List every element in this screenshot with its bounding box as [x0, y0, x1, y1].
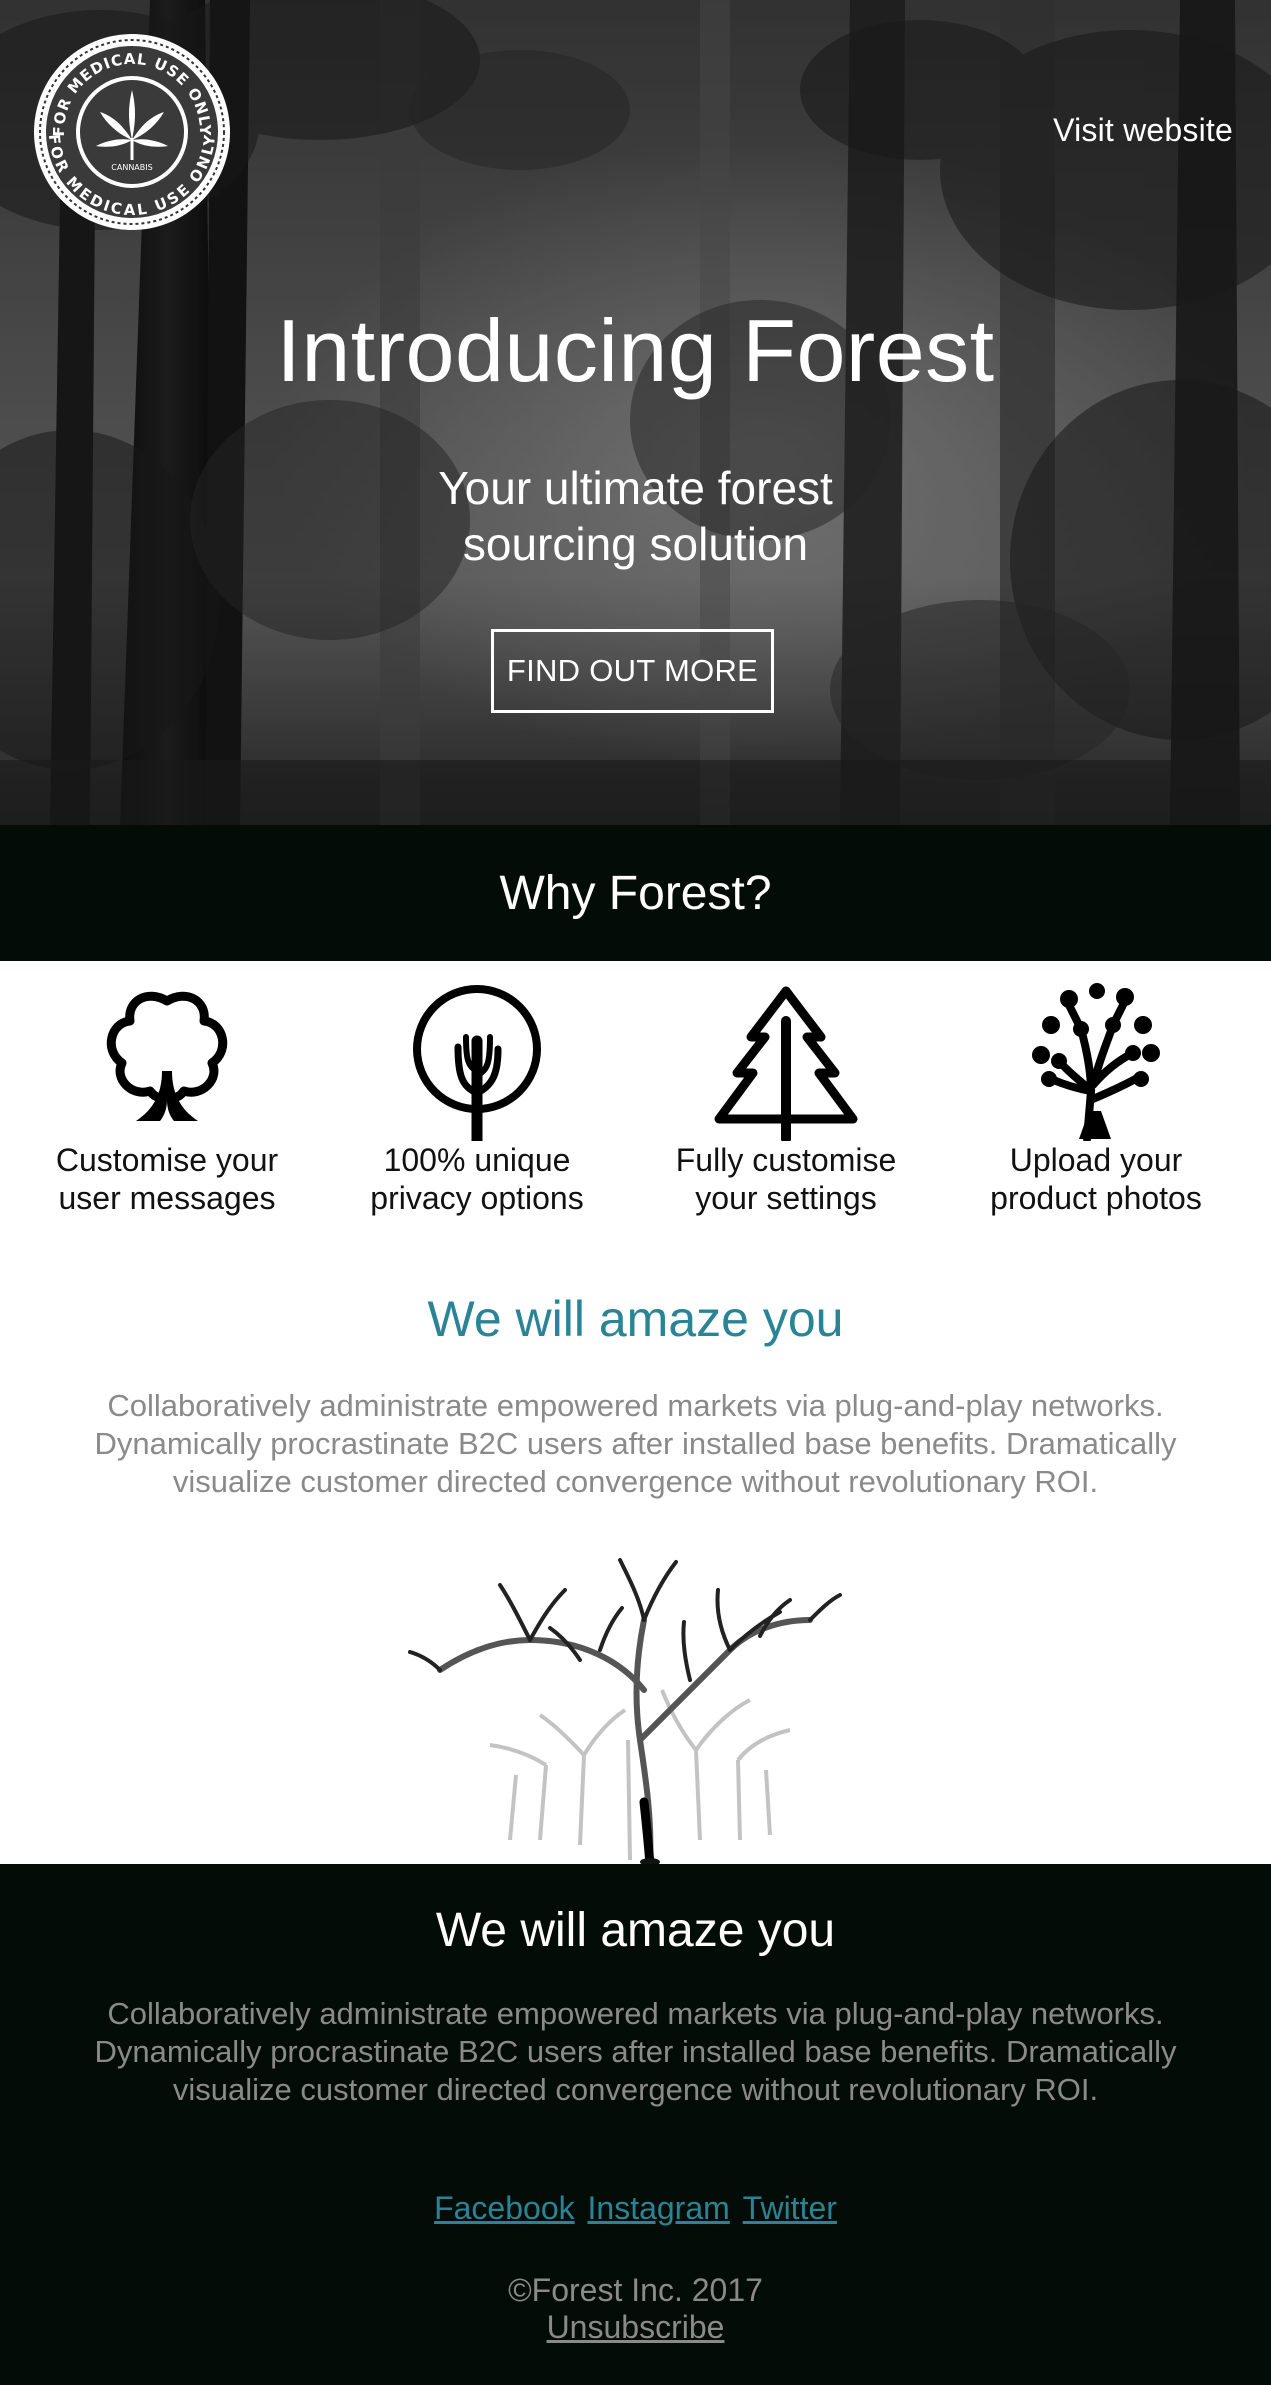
- feature-label: Customise your user messages: [17, 1141, 317, 1217]
- feature-label-line2: privacy options: [370, 1180, 584, 1216]
- amaze-line1: Collaboratively administrate empowered m…: [107, 1388, 1164, 1423]
- feature-label-line2: product photos: [990, 1180, 1202, 1216]
- feature-item-messages: Customise your user messages: [17, 961, 317, 1217]
- twitter-link[interactable]: Twitter: [743, 2190, 837, 2226]
- feature-item-photos: Upload your product photos: [946, 961, 1246, 1217]
- feature-label-line2: user messages: [58, 1180, 276, 1216]
- feature-label: Fully customise your settings: [636, 1141, 936, 1217]
- features-row: Customise your user messages 100% unique…: [0, 961, 1271, 1251]
- footer-paragraph: Collaboratively administrate empowered m…: [60, 1995, 1211, 2109]
- why-forest-title: Why Forest?: [499, 866, 772, 920]
- round-tree-icon: [413, 985, 541, 1141]
- amaze-line2: Dynamically procrastinate B2C users afte…: [94, 1426, 1177, 1461]
- find-out-more-button[interactable]: FIND OUT MORE: [491, 629, 774, 713]
- why-forest-band: Why Forest?: [0, 825, 1271, 961]
- feature-label: Upload your product photos: [946, 1141, 1246, 1217]
- feature-label-line1: 100% unique: [383, 1142, 571, 1178]
- feature-label-line1: Customise your: [55, 1142, 279, 1178]
- unsubscribe-row: Unsubscribe: [0, 2309, 1271, 2346]
- hero-section: FOR MEDICAL USE ONLY FOR MEDICAL USE ONL…: [0, 0, 1271, 825]
- bushy-tree-icon: [106, 991, 228, 1121]
- instagram-link[interactable]: Instagram: [588, 2190, 730, 2226]
- feature-label: 100% unique privacy options: [327, 1141, 627, 1217]
- amaze-heading: We will amaze you: [427, 1291, 844, 1347]
- pine-tree-icon: [714, 986, 858, 1141]
- unsubscribe-link[interactable]: Unsubscribe: [547, 2309, 725, 2345]
- hero-subtitle: Your ultimate forest sourcing solution: [0, 460, 1271, 572]
- feature-label-line2: your settings: [695, 1180, 877, 1216]
- footer-line2: Dynamically procrastinate B2C users afte…: [94, 2034, 1177, 2069]
- trees-illustration: [408, 1558, 842, 1865]
- hero-title: Introducing Forest: [276, 301, 995, 400]
- amaze-line3: visualize customer directed convergence …: [172, 1464, 1099, 1499]
- feature-item-settings: Fully customise your settings: [636, 961, 936, 1217]
- badge-center-text: CANNABIS: [111, 163, 152, 172]
- feature-label-line1: Upload your: [1009, 1142, 1183, 1178]
- hero-subtitle-line1: Your ultimate forest: [438, 462, 833, 514]
- facebook-link[interactable]: Facebook: [434, 2190, 575, 2226]
- visit-website-link[interactable]: Visit website: [1053, 112, 1233, 149]
- copyright-text: ©Forest Inc. 2017: [508, 2272, 763, 2308]
- hero-subtitle-line2: sourcing solution: [462, 518, 809, 570]
- footer-line3: visualize customer directed convergence …: [172, 2072, 1099, 2107]
- feature-label-line1: Fully customise: [675, 1142, 897, 1178]
- amaze-paragraph: Collaboratively administrate empowered m…: [60, 1387, 1211, 1501]
- feature-item-privacy: 100% unique privacy options: [327, 961, 627, 1217]
- footer-line1: Collaboratively administrate empowered m…: [107, 1996, 1164, 2031]
- footer-section: We will amaze you Collaboratively admini…: [0, 1864, 1271, 2385]
- footer-heading: We will amaze you: [435, 1904, 836, 1957]
- social-links: Facebook Instagram Twitter: [0, 2190, 1271, 2227]
- fruit-tree-icon: [1032, 983, 1160, 1141]
- medical-use-badge: FOR MEDICAL USE ONLY FOR MEDICAL USE ONL…: [34, 34, 230, 230]
